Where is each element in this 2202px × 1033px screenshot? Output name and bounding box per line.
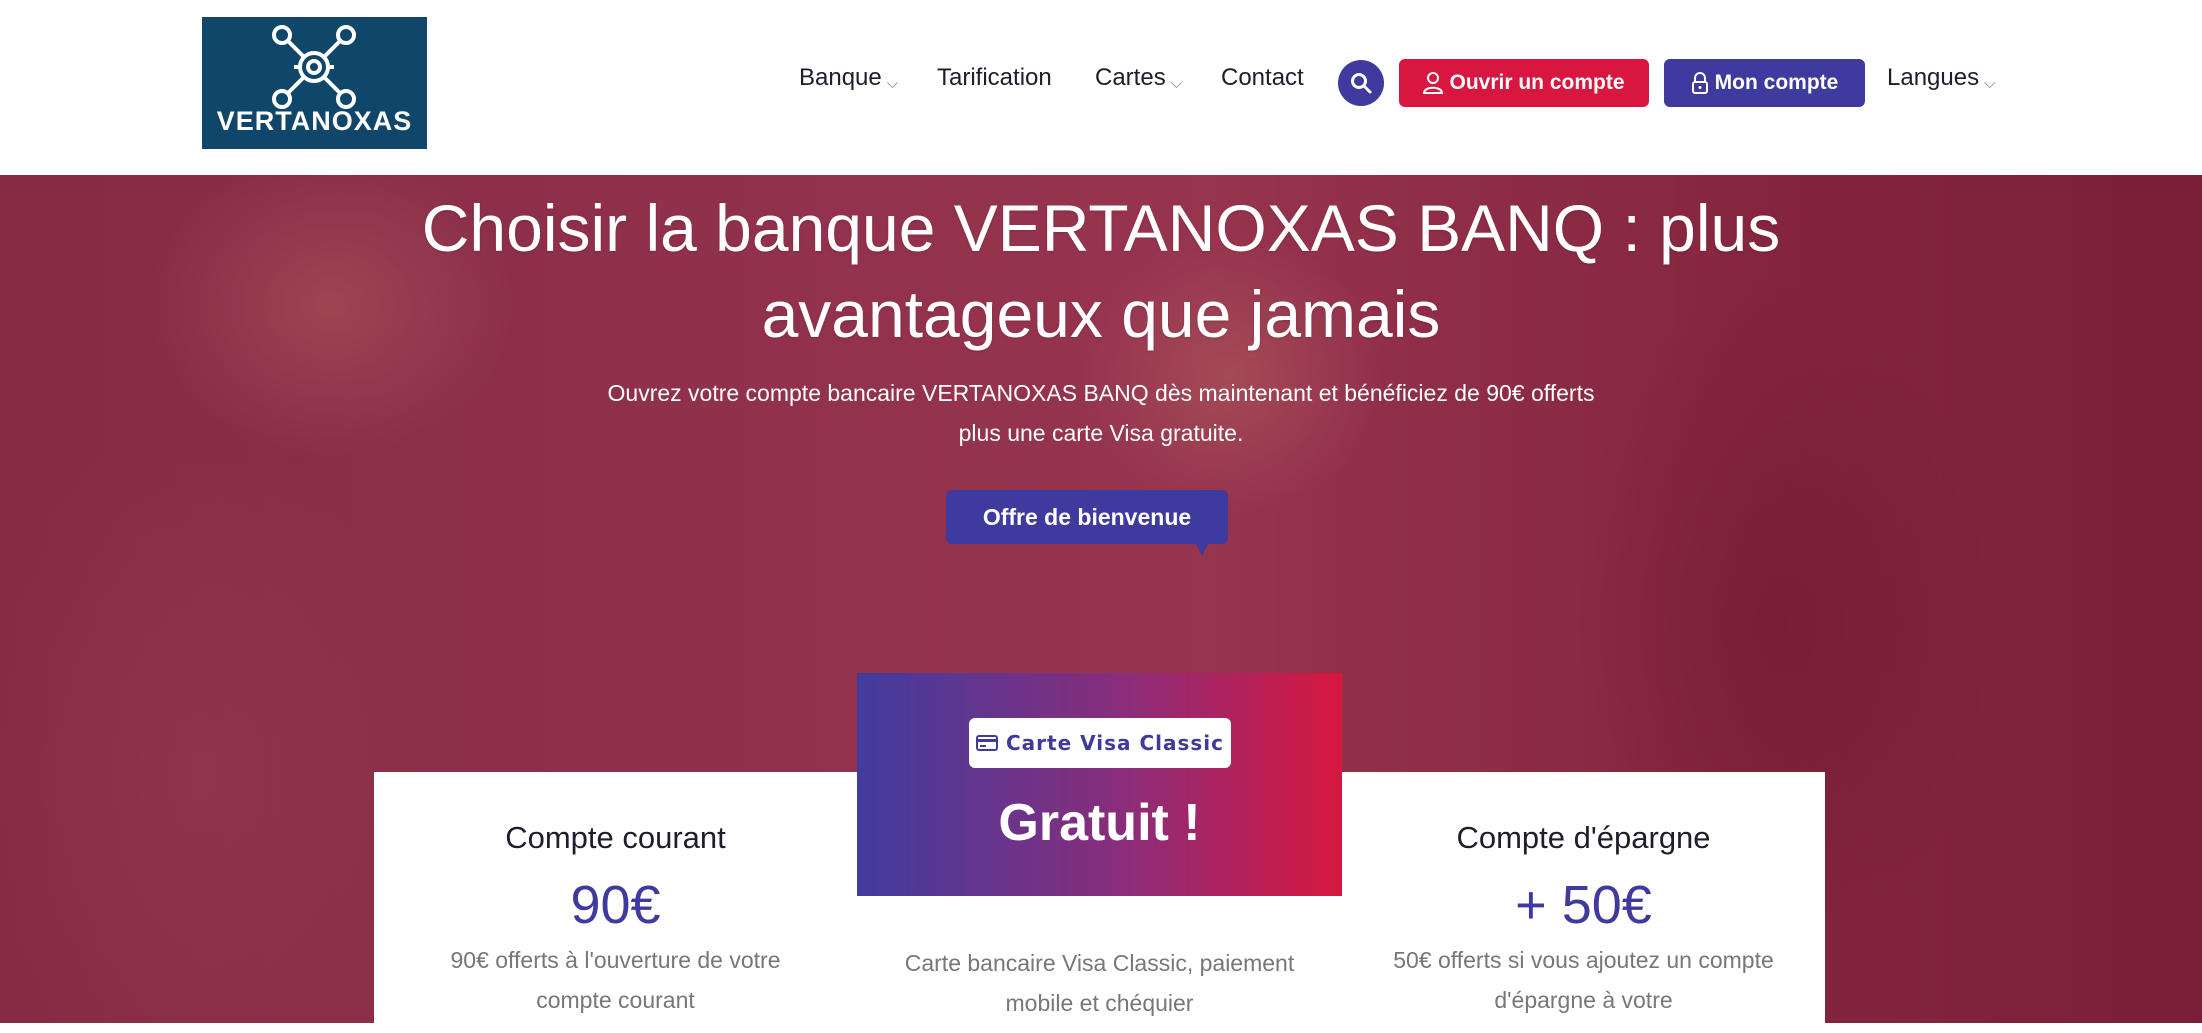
- offer-card-visa: Carte Visa Classic Gratuit ! Carte banca…: [857, 673, 1342, 1033]
- lock-icon: [1691, 72, 1708, 94]
- nav-tarification-label: Tarification: [937, 64, 1052, 91]
- welcome-offer-label: Offre de bienvenue: [982, 503, 1192, 530]
- nav-banque[interactable]: Banque ⌵: [799, 64, 898, 92]
- chevron-down-icon: ⌵: [886, 75, 899, 92]
- user-icon: [1423, 72, 1444, 94]
- hero-title: Choisir la banque VERTANOXAS BANQ : plus…: [421, 191, 1781, 351]
- nav-banque-label: Banque: [799, 64, 882, 91]
- my-account-label: Mon compte: [1714, 71, 1839, 94]
- search-button[interactable]: [1338, 60, 1384, 106]
- offer-card-savings-account: Compte d'épargne + 50€ 50€ offerts si vo…: [1342, 772, 1825, 1032]
- nav-contact[interactable]: Contact: [1221, 64, 1304, 92]
- brand-logo[interactable]: VERTANOXAS: [202, 17, 427, 149]
- search-icon: [1351, 73, 1372, 94]
- my-account-button[interactable]: Mon compte: [1664, 59, 1865, 107]
- nav-contact-label: Contact: [1221, 64, 1304, 91]
- offer-price: + 50€: [1515, 875, 1652, 935]
- nav-cartes-label: Cartes: [1095, 64, 1166, 91]
- offer-title: Compte courant: [505, 820, 726, 855]
- network-logo-icon: [272, 25, 356, 109]
- chevron-down-icon: ⌵: [1984, 75, 1996, 92]
- visa-tag-label: Carte Visa Classic: [1005, 731, 1225, 755]
- chevron-down-icon: ⌵: [1170, 75, 1183, 92]
- welcome-offer-button[interactable]: Offre de bienvenue: [946, 490, 1228, 556]
- nav-cartes[interactable]: Cartes ⌵: [1095, 64, 1182, 92]
- nav-tarification[interactable]: Tarification: [937, 64, 1052, 92]
- site-header: VERTANOXAS Banque ⌵ Tarification Cartes ⌵ …: [0, 0, 2202, 175]
- offer-title: Compte d'épargne: [1456, 820, 1711, 855]
- offer-description: Carte bancaire Visa Classic, paiement mo…: [904, 950, 1295, 1016]
- offer-description: 90€ offerts à l'ouverture de votre compt…: [450, 947, 781, 1013]
- offer-price: 90€: [570, 875, 661, 935]
- offer-card-current-account: Compte courant 90€ 90€ offerts à l'ouver…: [374, 772, 857, 1032]
- offer-description: 50€ offerts si vous ajoutez un compte d'…: [1393, 947, 1774, 1013]
- visa-card-banner: Carte Visa Classic Gratuit !: [857, 673, 1342, 896]
- open-account-label: Ouvrir un compte: [1449, 71, 1625, 94]
- hero-subtitle: Ouvrez votre compte bancaire VERTANOXAS …: [607, 380, 1595, 446]
- open-account-button[interactable]: Ouvrir un compte: [1399, 59, 1649, 107]
- languages-menu[interactable]: Langues ⌵: [1887, 64, 1995, 92]
- credit-card-icon: [975, 735, 998, 751]
- visa-headline: Gratuit !: [998, 794, 1201, 852]
- visa-tag: Carte Visa Classic: [969, 718, 1231, 768]
- languages-label: Langues: [1887, 64, 1980, 91]
- brand-logo-text: VERTANOXAS: [216, 106, 413, 136]
